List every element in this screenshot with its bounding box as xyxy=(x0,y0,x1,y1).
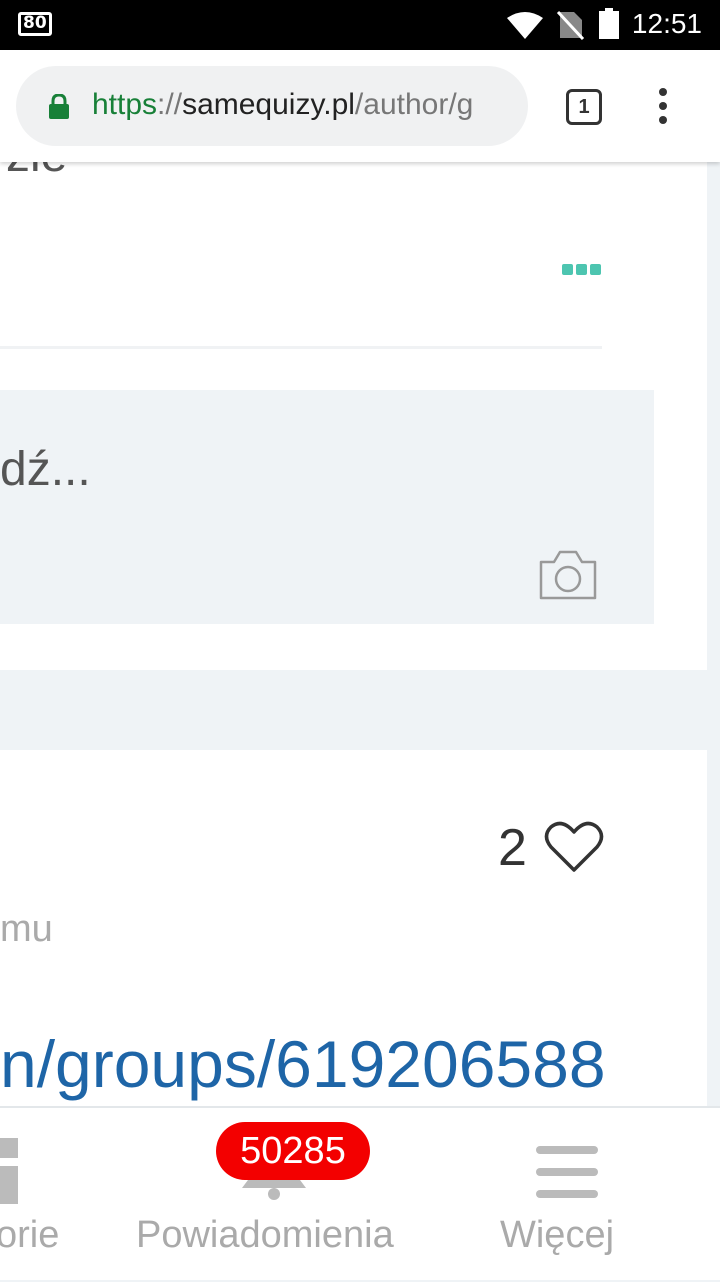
overflow-menu-icon[interactable] xyxy=(656,88,670,128)
no-sim-icon xyxy=(556,10,584,40)
heart-icon[interactable] xyxy=(544,820,604,874)
status-indicator: 80 xyxy=(18,12,52,36)
url-bar[interactable]: https://samequizy.pl/author/g xyxy=(16,66,528,146)
tab-switcher-button[interactable]: 1 xyxy=(566,89,602,125)
nav-notifications-label: Powiadomienia xyxy=(136,1214,394,1256)
nav-categories[interactable]: orie xyxy=(0,1108,100,1282)
nav-categories-label: orie xyxy=(0,1214,60,1256)
wifi-icon xyxy=(507,12,543,39)
battery-icon xyxy=(599,8,619,39)
url-separator: :// xyxy=(157,88,183,121)
hamburger-icon xyxy=(536,1146,598,1200)
status-bar: 80 12:51 xyxy=(0,0,720,50)
url-text[interactable]: https://samequizy.pl/author/g xyxy=(92,88,473,122)
categories-icon xyxy=(0,1138,18,1204)
url-host: samequizy.pl xyxy=(182,88,355,121)
more-dots-icon[interactable] xyxy=(562,264,604,276)
post-card: zie dź... xyxy=(0,129,707,670)
comment-input[interactable]: dź... xyxy=(0,390,654,624)
url-path: /author/g xyxy=(354,88,474,121)
nav-notifications[interactable]: 50285 Powiadomienia xyxy=(120,1108,440,1282)
camera-icon[interactable] xyxy=(538,548,598,602)
notifications-badge: 50285 xyxy=(216,1122,370,1180)
post-meta-text: mu xyxy=(0,908,53,950)
group-link[interactable]: n/groups/619206588 xyxy=(0,1026,606,1102)
nav-more[interactable]: Więcej xyxy=(480,1108,660,1282)
clock: 12:51 xyxy=(631,8,702,39)
comment-placeholder: dź... xyxy=(0,443,91,496)
browser-toolbar: https://samequizy.pl/author/g 1 xyxy=(0,50,720,162)
like-count: 2 xyxy=(498,819,527,877)
nav-more-label: Więcej xyxy=(500,1214,615,1256)
post-card-2: 2 mu n/groups/619206588 xyxy=(0,750,707,1110)
bottom-navigation: orie 50285 Powiadomienia Więcej xyxy=(0,1106,720,1280)
divider xyxy=(0,346,602,349)
url-scheme: https xyxy=(92,88,158,121)
status-indicator-text: 80 xyxy=(23,13,47,33)
lock-icon xyxy=(49,94,69,119)
